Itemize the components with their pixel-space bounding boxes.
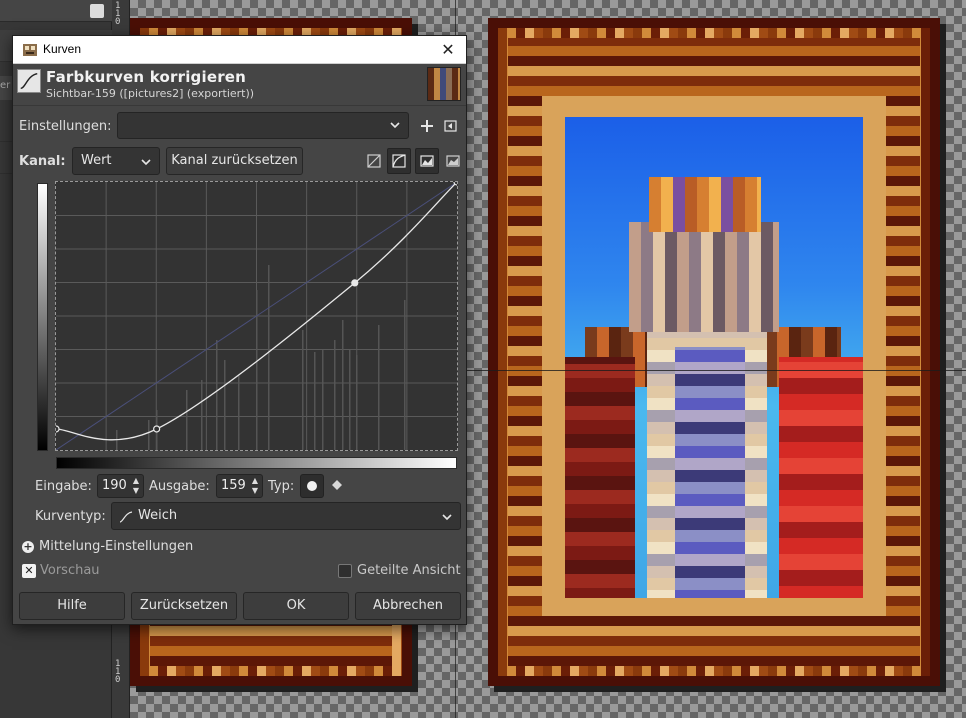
input-gradient-bar bbox=[56, 457, 457, 469]
linear-histogram-icon bbox=[367, 154, 381, 168]
output-value: 159 bbox=[221, 478, 246, 493]
log-histogram-button[interactable] bbox=[387, 148, 411, 174]
curves-icon bbox=[17, 69, 41, 93]
add-preset-button[interactable] bbox=[416, 115, 438, 137]
chevron-down-icon bbox=[141, 159, 151, 166]
portrait-staff bbox=[675, 347, 745, 598]
ruler-digit: 0 bbox=[115, 17, 121, 27]
histogram-bar bbox=[186, 390, 188, 450]
histogram-bar bbox=[268, 265, 270, 450]
expander-plus-icon[interactable]: + bbox=[22, 541, 34, 553]
channel-value: Wert bbox=[81, 153, 112, 168]
settings-combo[interactable] bbox=[117, 112, 409, 139]
histogram-bar bbox=[349, 350, 351, 450]
gimp-workspace: er 1 1 0 1 1 0 Kurven ✕ Farbkurven korri… bbox=[0, 0, 966, 718]
layer-thumbnail bbox=[427, 67, 461, 101]
help-button[interactable]: Hilfe bbox=[19, 592, 125, 620]
linear-histogram-button[interactable] bbox=[363, 150, 385, 172]
portrait-picture bbox=[565, 117, 863, 598]
smooth-point-toggle[interactable] bbox=[300, 474, 324, 498]
ok-button[interactable]: OK bbox=[243, 592, 349, 620]
close-button[interactable]: ✕ bbox=[438, 40, 458, 60]
histogram-bar bbox=[224, 360, 226, 450]
curves-dialog: Kurven ✕ Farbkurven korrigieren Sichtbar… bbox=[12, 35, 467, 625]
reset-channel-button[interactable]: Kanal zurücksetzen bbox=[166, 147, 303, 175]
curve-type-value: Weich bbox=[138, 508, 178, 523]
curve-svg[interactable] bbox=[52, 178, 461, 451]
curve-control-point[interactable] bbox=[52, 425, 60, 433]
histogram-bar bbox=[378, 325, 380, 450]
ruler-digit: 0 bbox=[115, 675, 121, 685]
settings-menu-icon bbox=[444, 120, 457, 132]
header-title: Farbkurven korrigieren bbox=[46, 68, 247, 86]
histogram-bar bbox=[322, 350, 324, 450]
dialog-title: Kurven bbox=[43, 42, 82, 56]
output-spinner[interactable]: 159 ▲ ▼ bbox=[216, 474, 263, 498]
averaging-settings-expander[interactable]: Mittelung-Einstellungen bbox=[39, 539, 193, 554]
histogram-alt-button[interactable] bbox=[442, 150, 464, 172]
channel-combo[interactable]: Wert bbox=[72, 147, 160, 175]
histogram-bar bbox=[314, 352, 316, 450]
curve-control-point[interactable] bbox=[153, 425, 161, 433]
histogram-bar bbox=[334, 340, 336, 450]
curve-type-combo[interactable]: Weich bbox=[111, 502, 461, 530]
input-label: Eingabe: bbox=[35, 479, 92, 494]
chevron-down-icon bbox=[442, 514, 452, 521]
preview-checkbox[interactable]: ✕ bbox=[22, 564, 36, 578]
type-label: Typ: bbox=[268, 479, 295, 494]
histogram-bar bbox=[404, 300, 406, 450]
portrait-robe-right bbox=[779, 357, 863, 598]
corner-point-icon bbox=[332, 480, 342, 490]
split-view-label: Geteilte Ansicht bbox=[357, 563, 461, 578]
histogram-view-button[interactable] bbox=[415, 148, 439, 174]
histogram-bar bbox=[342, 320, 344, 450]
histogram-icon bbox=[420, 155, 434, 167]
histogram-bar bbox=[238, 375, 240, 450]
corner-point-toggle[interactable] bbox=[326, 474, 350, 498]
histogram-bar bbox=[356, 355, 358, 450]
preset-menu-button[interactable] bbox=[440, 115, 462, 137]
portrait-head bbox=[629, 222, 779, 332]
histogram-bar bbox=[302, 330, 304, 450]
settings-label: Einstellungen: bbox=[19, 119, 112, 134]
dock-menu-icon[interactable] bbox=[90, 4, 104, 18]
image-frame bbox=[488, 18, 940, 686]
gimp-wilber-icon bbox=[23, 44, 37, 56]
guide-horizontal[interactable] bbox=[466, 370, 966, 371]
header-subtitle: Sichtbar-159 ([pictures2] (exportiert)) bbox=[46, 87, 255, 100]
output-gradient-bar bbox=[37, 183, 48, 451]
histogram-bar bbox=[216, 340, 218, 450]
curve-type-label: Kurventyp: bbox=[35, 509, 106, 524]
histogram-alt-icon bbox=[446, 155, 460, 167]
cancel-button[interactable]: Abbrechen bbox=[355, 592, 461, 620]
histogram-bar bbox=[201, 380, 203, 450]
spinner-arrows-icon[interactable]: ▲ ▼ bbox=[131, 476, 141, 496]
log-histogram-icon bbox=[392, 154, 406, 168]
dock-tab-strip bbox=[0, 0, 112, 22]
input-value: 190 bbox=[102, 478, 127, 493]
chevron-down-icon bbox=[390, 122, 400, 129]
curve-control-point[interactable] bbox=[351, 279, 359, 287]
dialog-header: Farbkurven korrigieren Sichtbar-159 ([pi… bbox=[13, 64, 466, 106]
smooth-curve-icon bbox=[119, 511, 133, 523]
spinner-arrows-icon[interactable]: ▲ ▼ bbox=[250, 476, 260, 496]
portrait-robe-left bbox=[565, 357, 635, 598]
dialog-titlebar[interactable]: Kurven ✕ bbox=[13, 36, 466, 64]
reset-button[interactable]: Zurücksetzen bbox=[131, 592, 237, 620]
dock-cut-text: er bbox=[0, 80, 11, 91]
portrait-crown bbox=[649, 177, 761, 232]
smooth-point-icon bbox=[307, 481, 317, 491]
output-label: Ausgabe: bbox=[149, 479, 210, 494]
channel-label: Kanal: bbox=[19, 154, 66, 169]
histogram-bar bbox=[256, 290, 258, 450]
histogram-bar bbox=[148, 420, 150, 450]
preview-label: Vorschau bbox=[40, 563, 100, 578]
split-view-checkbox[interactable] bbox=[338, 564, 352, 578]
curve-graph[interactable] bbox=[52, 178, 461, 451]
input-spinner[interactable]: 190 ▲ ▼ bbox=[97, 474, 144, 498]
plus-icon bbox=[421, 120, 433, 132]
